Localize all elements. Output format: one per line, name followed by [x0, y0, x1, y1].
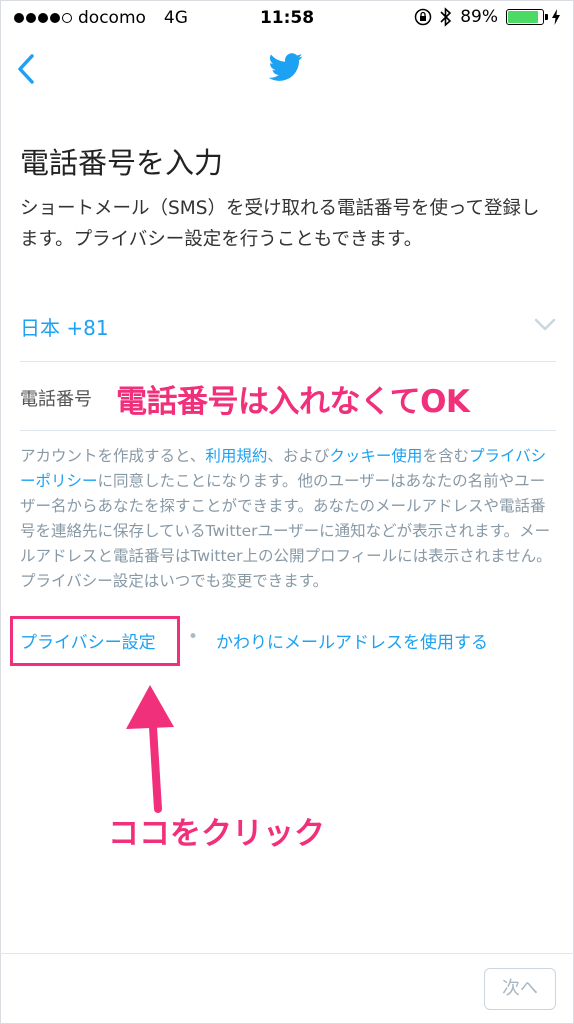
status-right: 89%	[414, 7, 560, 27]
next-button[interactable]: 次へ	[484, 968, 556, 1010]
link-separator: •	[188, 627, 199, 647]
annotation-phone-note: 電話番号は入れなくてOK	[116, 384, 470, 420]
page-description: ショートメール（SMS）を受け取れる電話番号を使って登録します。プライバシー設定…	[20, 198, 540, 250]
divider	[20, 361, 556, 362]
footer-divider	[0, 953, 574, 954]
twitter-bird-icon	[268, 53, 303, 81]
status-bar: docomo 4G 11:58 89%	[0, 0, 574, 38]
battery-percent: 89%	[460, 7, 498, 27]
legal-text-part: に同意したことになります。他のユーザーはあなたの名前やユーザー名からあなたを探す…	[20, 472, 552, 590]
back-chevron-icon[interactable]	[12, 52, 42, 86]
terms-link[interactable]: 利用規約	[205, 447, 267, 465]
legal-text-part: 、および	[267, 447, 330, 465]
country-code-select[interactable]: 日本 +81	[20, 312, 109, 341]
annotation-arrow-icon	[126, 685, 174, 813]
chevron-down-icon[interactable]	[534, 318, 556, 332]
annotation-highlight-box	[10, 616, 180, 666]
use-email-link[interactable]: かわりにメールアドレスを使用する	[216, 628, 488, 653]
bluetooth-icon	[440, 7, 452, 27]
legal-text-part: アカウントを作成すると、	[20, 447, 206, 465]
cookie-link[interactable]: クッキー使用	[329, 447, 422, 465]
charging-icon	[552, 9, 560, 25]
legal-text-part: を含む	[422, 447, 469, 465]
divider	[20, 430, 556, 431]
phone-number-field[interactable]: 電話番号	[20, 385, 92, 411]
page-title: 電話番号を入力	[20, 146, 224, 180]
orientation-lock-icon	[414, 8, 432, 26]
battery-icon	[506, 9, 548, 25]
legal-text: アカウントを作成すると、利用規約、およびクッキー使用を含むプライバシーポリシーに…	[20, 444, 560, 594]
annotation-click-note: ココをクリック	[108, 816, 325, 852]
